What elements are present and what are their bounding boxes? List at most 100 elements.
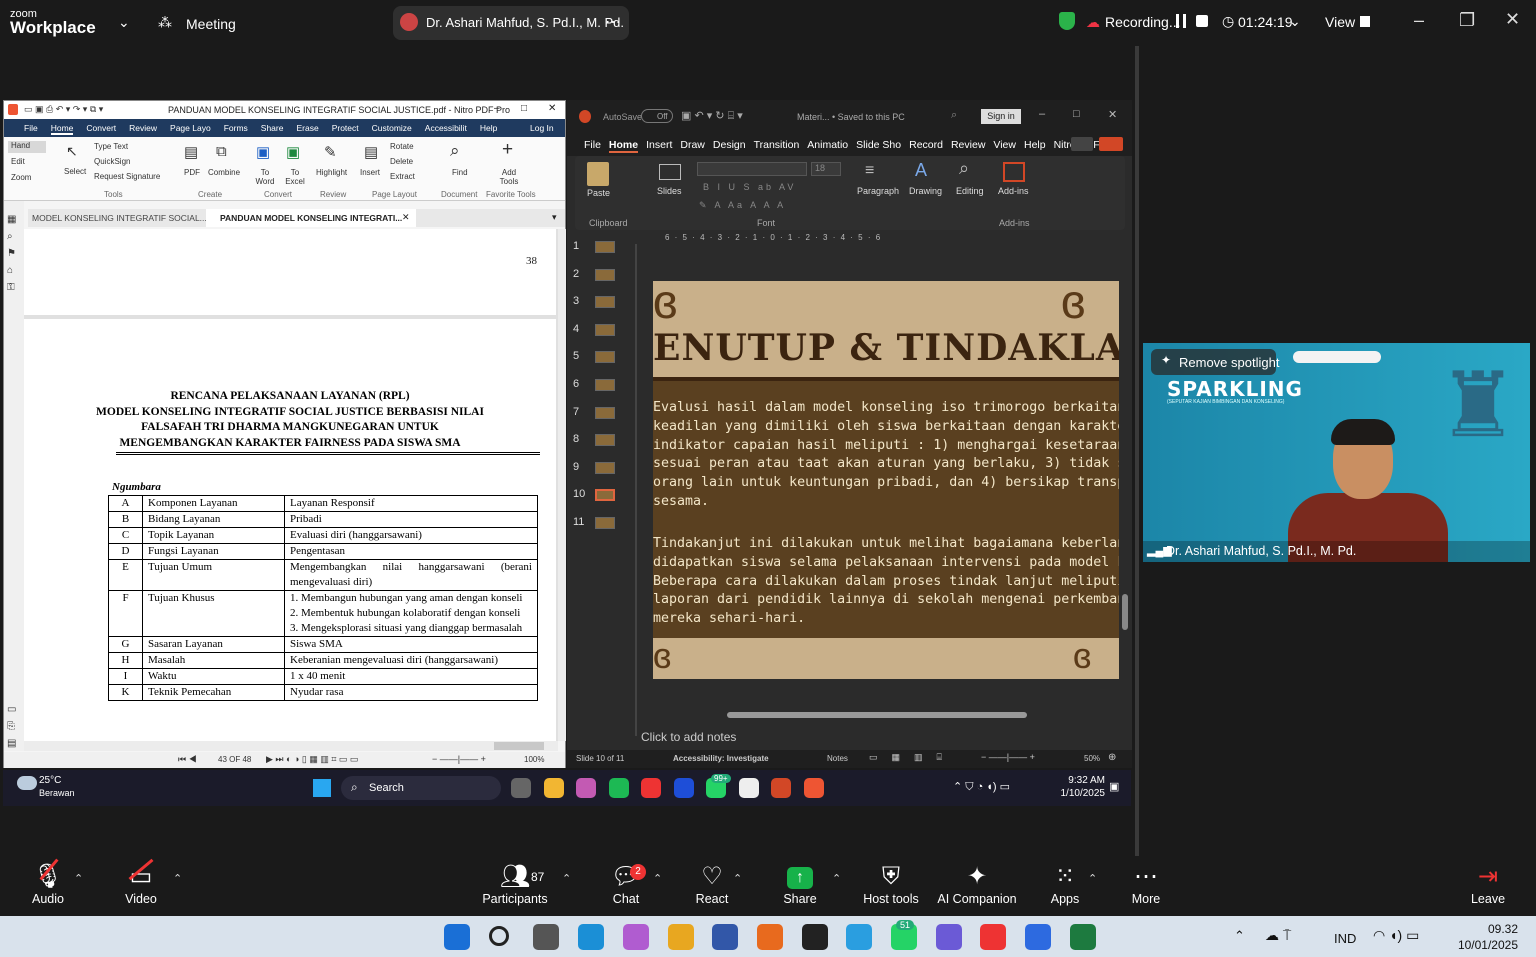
notes-placeholder[interactable]: Click to add notes bbox=[641, 730, 736, 744]
font-name-field[interactable] bbox=[697, 162, 807, 176]
tabs-overflow-icon[interactable]: ▾ bbox=[552, 212, 557, 223]
zoom-icon[interactable] bbox=[673, 778, 694, 798]
ppt-menu-file[interactable]: File bbox=[584, 139, 601, 153]
highlight-button[interactable]: Highlight bbox=[316, 168, 347, 177]
type-text-button[interactable]: Type Text bbox=[94, 142, 128, 151]
video-options-chevron-icon[interactable]: ⌃ bbox=[173, 872, 182, 885]
combine-button[interactable]: Combine bbox=[208, 168, 240, 177]
minimize-icon[interactable]: – bbox=[1414, 10, 1424, 31]
ppt-menu-help[interactable]: Help bbox=[1024, 139, 1046, 153]
slide-thumbnail[interactable]: 3 bbox=[567, 291, 627, 315]
slide-thumbnail[interactable]: 7 bbox=[567, 402, 627, 426]
view-layout-icon[interactable] bbox=[1360, 16, 1370, 27]
nitro-menu-share[interactable]: Share bbox=[261, 123, 284, 135]
page-nav-first-prev-icons[interactable]: ⏮ ◀ bbox=[178, 754, 197, 765]
ppt-close-icon[interactable]: ✕ bbox=[1108, 108, 1117, 121]
slide-thumbnail[interactable]: 2 bbox=[567, 264, 627, 288]
powerpoint-icon[interactable] bbox=[771, 778, 791, 798]
chat-button[interactable]: 💬︎ Chat 2 bbox=[604, 856, 648, 916]
slides-button[interactable]: Slides bbox=[657, 186, 682, 196]
sidebar-panel-icons[interactable]: ▦ ⌕ ⚑ ⌂ ⚿ bbox=[7, 211, 16, 296]
nitro-menu-erase[interactable]: Erase bbox=[296, 123, 318, 135]
screen-share-pill[interactable]: Dr. Ashari Mahfud, S. Pd.I., M. Pd. ⋯ bbox=[393, 6, 629, 40]
chat-chevron-icon[interactable]: ⌃ bbox=[653, 872, 662, 885]
view-mode-icons[interactable]: ▭▦▥⌸ bbox=[869, 752, 956, 763]
quick-access-icons[interactable]: ▭ ▣ ⎙ ↶ ▾ ↷ ▾ ⧉ ▾ bbox=[24, 104, 103, 115]
taskbar-clock-date[interactable]: 10/01/2025 bbox=[1450, 938, 1518, 952]
ppt-menu-record[interactable]: Record bbox=[909, 139, 943, 153]
close-icon[interactable]: ✕ bbox=[1505, 9, 1520, 30]
select-button[interactable]: Select bbox=[64, 167, 86, 176]
nitro-menu-page-layo[interactable]: Page Layo bbox=[170, 123, 211, 135]
notes-toggle[interactable]: Notes bbox=[827, 754, 848, 763]
leave-button[interactable]: ⇥ Leave bbox=[1466, 856, 1510, 916]
encryption-shield-icon[interactable] bbox=[1059, 12, 1075, 30]
slide-thumbnail[interactable]: 8 bbox=[567, 429, 627, 453]
pdf-hscroll-thumb[interactable] bbox=[494, 742, 544, 750]
ppt-minimize-icon[interactable]: – bbox=[1039, 108, 1045, 120]
ppt-menu-design[interactable]: Design bbox=[713, 139, 746, 153]
tab-close-icon[interactable]: ✕ bbox=[402, 212, 410, 223]
ppt-menu-home[interactable]: Home bbox=[608, 139, 639, 153]
system-tray-icons[interactable]: ⌃ ⛉ ◔ ◖) ▭ bbox=[953, 780, 1010, 794]
nitro-minimize-icon[interactable]: – bbox=[494, 103, 500, 114]
page-nav-next-last-icons[interactable]: ▶ ⏭ ◐ ◑ ▯ ▦ ▥ ⌗ ▭ ▭ bbox=[266, 754, 358, 765]
nitro-menu-accessibilit[interactable]: Accessibilit bbox=[425, 123, 467, 135]
task-view-icon[interactable] bbox=[511, 778, 531, 798]
ppt-menu-animatio[interactable]: Animatio bbox=[807, 139, 848, 153]
notification-icon[interactable]: ▣ bbox=[1109, 780, 1119, 793]
extract-button[interactable]: Extract bbox=[390, 172, 415, 181]
split-divider[interactable] bbox=[1135, 46, 1139, 856]
capcut-icon[interactable] bbox=[801, 924, 828, 950]
zoom-tool[interactable]: Zoom bbox=[11, 173, 31, 182]
windows-start-icon[interactable] bbox=[313, 779, 331, 797]
add-tools-button[interactable]: Add Tools bbox=[498, 168, 520, 186]
chrome-icon[interactable] bbox=[980, 924, 1007, 950]
slide-thumbnail[interactable]: 5 bbox=[567, 346, 627, 370]
ppt-comments-icon[interactable] bbox=[1071, 137, 1093, 151]
ppt-search-icon[interactable]: ⌕ bbox=[951, 109, 957, 122]
fit-to-window-icon[interactable]: ⊕ bbox=[1108, 752, 1116, 763]
paragraph-button[interactable]: Paragraph bbox=[857, 186, 899, 196]
video-button[interactable]: ▭ Video bbox=[112, 856, 170, 916]
ai-companion-button[interactable]: ✦ AI Companion bbox=[936, 856, 1018, 916]
apps-button[interactable]: ⁙ Apps bbox=[1045, 856, 1085, 916]
remove-spotlight-button[interactable]: ✦ Remove spotlight bbox=[1151, 349, 1279, 375]
slide-thumbnail[interactable]: 1 bbox=[567, 236, 627, 260]
ppt-menu-slide-sho[interactable]: Slide Sho bbox=[856, 139, 901, 153]
network-volume-battery-icons[interactable]: ◠ ◖) ▭ bbox=[1373, 927, 1419, 944]
ppt-horizontal-scrollbar[interactable] bbox=[635, 710, 1123, 720]
timer-chevron-icon[interactable]: ⌄ bbox=[1289, 13, 1301, 30]
input-language[interactable]: IND bbox=[1334, 931, 1356, 946]
react-chevron-icon[interactable]: ⌃ bbox=[733, 872, 742, 885]
quicksign-button[interactable]: QuickSign bbox=[94, 157, 130, 166]
task-view-icon[interactable] bbox=[533, 924, 560, 950]
audio-button[interactable]: 🎙︎ Audio bbox=[20, 856, 76, 916]
hand-tool[interactable]: Hand bbox=[8, 141, 46, 153]
spotify-icon[interactable] bbox=[608, 778, 629, 798]
find-button[interactable]: Find bbox=[452, 168, 468, 177]
zoom-icon[interactable] bbox=[1025, 924, 1052, 950]
ppt-menu-view[interactable]: View bbox=[993, 139, 1016, 153]
paste-button[interactable]: Paste bbox=[587, 188, 610, 198]
participants-button[interactable]: 👥︎ Participants 87 bbox=[478, 856, 552, 916]
firefox-icon[interactable] bbox=[756, 924, 783, 950]
ppt-zoom-level[interactable]: 50% bbox=[1084, 754, 1100, 763]
apps-chevron-icon[interactable]: ⌃ bbox=[1088, 872, 1097, 885]
excel-icon[interactable] bbox=[1069, 924, 1096, 950]
pdf-button[interactable]: PDF bbox=[184, 168, 200, 177]
zoom-level[interactable]: 100% bbox=[524, 755, 544, 764]
ppt-vertical-scrollbar[interactable] bbox=[1121, 234, 1129, 704]
taskbar-search-box[interactable]: ⌕ Search bbox=[341, 776, 501, 800]
pause-recording-icon[interactable] bbox=[1176, 14, 1186, 28]
font-format-icons[interactable]: B I U S ab AV bbox=[703, 182, 796, 192]
nitro-close-icon[interactable]: ✕ bbox=[548, 103, 556, 114]
nitro-menu-review[interactable]: Review bbox=[129, 123, 157, 135]
nitro-menu-protect[interactable]: Protect bbox=[332, 123, 359, 135]
add-ins-button[interactable]: Add-ins bbox=[998, 186, 1029, 196]
pdf-vertical-scrollbar[interactable] bbox=[558, 229, 566, 741]
ppt-menu-draw[interactable]: Draw bbox=[680, 139, 705, 153]
editing-button[interactable]: Editing bbox=[956, 186, 984, 196]
zoom-slider[interactable]: − ——|—— + bbox=[432, 754, 486, 764]
stop-recording-icon[interactable] bbox=[1196, 15, 1208, 27]
